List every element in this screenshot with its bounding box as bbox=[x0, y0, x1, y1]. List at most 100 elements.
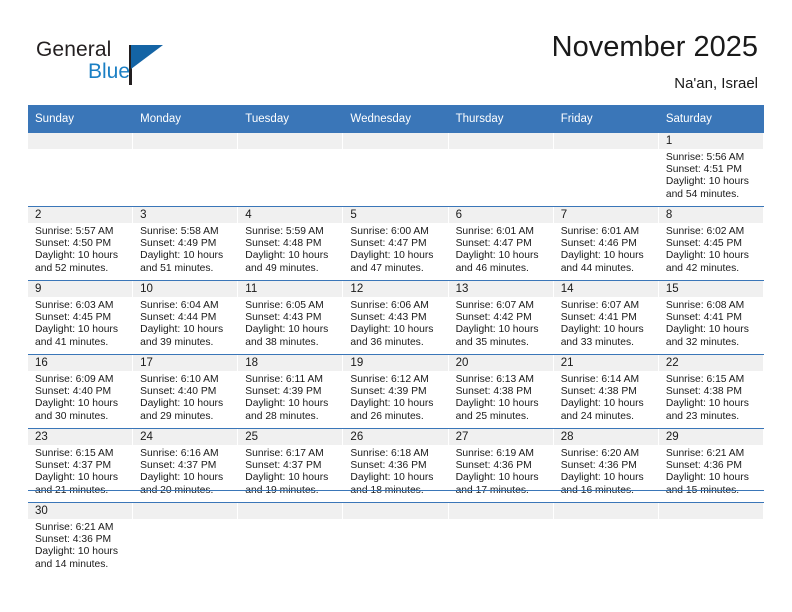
daylight-text-line1: Daylight: 10 hours bbox=[350, 250, 434, 262]
page-header: General Blue November 2025 Na'an, Israel bbox=[0, 0, 792, 100]
day-number: 21 bbox=[560, 357, 574, 369]
sunset-text: Sunset: 4:43 PM bbox=[245, 312, 322, 324]
daylight-text-line1: Daylight: 10 hours bbox=[140, 250, 224, 262]
day-details: Sunrise: 6:06 AM Sunset: 4:43 PM Daylight:… bbox=[343, 297, 448, 349]
day-number-band: 19 bbox=[343, 355, 449, 371]
day-number-band: 15 bbox=[658, 281, 764, 297]
calendar-day-cell[interactable]: 6 Sunrise: 6:01 AM Sunset: 4:47 PM Daylight… bbox=[448, 206, 554, 281]
calendar-day-cell-empty bbox=[343, 132, 449, 207]
calendar-day-cell[interactable]: 23 Sunrise: 6:15 AM Sunset: 4:37 PM Dayligh… bbox=[28, 428, 134, 503]
sunrise-text: Sunrise: 5:57 AM bbox=[35, 226, 114, 237]
day-cell-inner: 6 Sunrise: 6:01 AM Sunset: 4:47 PM Daylight… bbox=[448, 207, 554, 280]
daylight-text-line2: and 51 minutes. bbox=[140, 262, 214, 274]
day-number-band: 9 bbox=[28, 281, 134, 297]
day-number-band: 13 bbox=[448, 281, 554, 297]
daylight-text-line2: and 54 minutes. bbox=[665, 188, 740, 200]
day-number bbox=[554, 133, 658, 135]
day-details: Sunrise: 5:57 AM Sunset: 4:50 PM Daylight:… bbox=[28, 223, 133, 275]
calendar-day-cell[interactable]: 18 Sunrise: 6:11 AM Sunset: 4:39 PM Dayligh… bbox=[238, 354, 344, 429]
daylight-text-line1: Daylight: 10 hours bbox=[665, 398, 749, 410]
calendar-day-cell[interactable]: 21 Sunrise: 6:14 AM Sunset: 4:38 PM Dayligh… bbox=[553, 354, 659, 429]
calendar-day-cell[interactable]: 8 Sunrise: 6:02 AM Sunset: 4:45 PM Daylight… bbox=[658, 206, 764, 281]
day-cell-inner bbox=[448, 133, 554, 206]
sunset-text: Sunset: 4:49 PM bbox=[140, 238, 217, 250]
day-cell-inner bbox=[343, 503, 449, 576]
weekday-header-saturday: Saturday bbox=[658, 105, 764, 133]
calendar-day-cell[interactable]: 2 Sunrise: 5:57 AM Sunset: 4:50 PM Daylight… bbox=[28, 206, 134, 281]
daylight-text-line2: and 33 minutes. bbox=[560, 336, 634, 348]
calendar-day-cell[interactable]: 13 Sunrise: 6:07 AM Sunset: 4:42 PM Dayligh… bbox=[448, 280, 554, 355]
day-details: Sunrise: 6:07 AM Sunset: 4:41 PM Daylight:… bbox=[554, 297, 659, 349]
daylight-text-line1: Daylight: 10 hours bbox=[455, 324, 539, 336]
day-cell-inner: 4 Sunrise: 5:59 AM Sunset: 4:48 PM Daylight… bbox=[238, 207, 344, 280]
day-number: 2 bbox=[35, 209, 42, 221]
calendar-day-cell[interactable]: 4 Sunrise: 5:59 AM Sunset: 4:48 PM Daylight… bbox=[238, 206, 344, 281]
daylight-text-line2: and 44 minutes. bbox=[560, 262, 634, 274]
daylight-text-line1: Daylight: 10 hours bbox=[350, 472, 434, 484]
calendar-day-cell-empty bbox=[28, 132, 134, 207]
calendar-day-cell[interactable]: 7 Sunrise: 6:01 AM Sunset: 4:46 PM Daylight… bbox=[553, 206, 659, 281]
location-subtitle: Na'an, Israel bbox=[674, 75, 758, 92]
day-cell-inner bbox=[658, 503, 764, 576]
calendar-day-cell[interactable]: 24 Sunrise: 6:16 AM Sunset: 4:37 PM Dayligh… bbox=[133, 428, 239, 503]
calendar-day-cell[interactable]: 26 Sunrise: 6:18 AM Sunset: 4:36 PM Dayligh… bbox=[343, 428, 449, 503]
calendar-day-cell[interactable]: 16 Sunrise: 6:09 AM Sunset: 4:40 PM Dayligh… bbox=[28, 354, 134, 429]
calendar-day-cell[interactable]: 17 Sunrise: 6:10 AM Sunset: 4:40 PM Dayligh… bbox=[133, 354, 239, 429]
day-details: Sunrise: 6:07 AM Sunset: 4:42 PM Daylight:… bbox=[449, 297, 554, 349]
daylight-text-line2: and 32 minutes. bbox=[665, 336, 740, 348]
day-number-band: 3 bbox=[133, 207, 239, 223]
calendar-day-cell[interactable]: 30 Sunrise: 6:21 AM Sunset: 4:36 PM Dayligh… bbox=[28, 502, 134, 576]
calendar-day-cell-empty bbox=[133, 132, 239, 207]
day-number: 20 bbox=[455, 357, 469, 369]
calendar-page: General Blue November 2025 Na'an, Israel… bbox=[0, 0, 792, 612]
day-number: 9 bbox=[35, 283, 42, 295]
sunrise-text: Sunrise: 6:02 AM bbox=[665, 226, 745, 237]
calendar-day-cell[interactable]: 9 Sunrise: 6:03 AM Sunset: 4:45 PM Daylight… bbox=[28, 280, 134, 355]
calendar-day-cell[interactable]: 25 Sunrise: 6:17 AM Sunset: 4:37 PM Dayligh… bbox=[238, 428, 344, 503]
day-number: 12 bbox=[350, 283, 364, 295]
calendar-day-cell[interactable]: 5 Sunrise: 6:00 AM Sunset: 4:47 PM Daylight… bbox=[343, 206, 449, 281]
sunset-text: Sunset: 4:50 PM bbox=[35, 238, 112, 250]
calendar-day-cell[interactable]: 22 Sunrise: 6:15 AM Sunset: 4:38 PM Dayligh… bbox=[658, 354, 764, 429]
calendar-day-cell[interactable]: 19 Sunrise: 6:12 AM Sunset: 4:39 PM Dayligh… bbox=[343, 354, 449, 429]
daylight-text-line1: Daylight: 10 hours bbox=[350, 398, 434, 410]
day-number: 26 bbox=[350, 431, 364, 443]
calendar-day-cell[interactable]: 10 Sunrise: 6:04 AM Sunset: 4:44 PM Dayligh… bbox=[133, 280, 239, 355]
daylight-text-line1: Daylight: 10 hours bbox=[665, 324, 749, 336]
day-number-band bbox=[553, 503, 659, 519]
calendar-day-cell[interactable]: 12 Sunrise: 6:06 AM Sunset: 4:43 PM Dayligh… bbox=[343, 280, 449, 355]
calendar-day-cell[interactable]: 3 Sunrise: 5:58 AM Sunset: 4:49 PM Daylight… bbox=[133, 206, 239, 281]
sunrise-text: Sunrise: 6:07 AM bbox=[560, 300, 640, 311]
calendar-day-cell-empty bbox=[448, 502, 554, 576]
day-number: 4 bbox=[245, 209, 252, 221]
sunrise-text: Sunrise: 6:06 AM bbox=[350, 300, 429, 311]
day-number-band bbox=[28, 133, 134, 149]
day-details: Sunrise: 6:14 AM Sunset: 4:38 PM Daylight:… bbox=[554, 371, 659, 423]
calendar-day-cell[interactable]: 15 Sunrise: 6:08 AM Sunset: 4:41 PM Dayligh… bbox=[658, 280, 764, 355]
daylight-text-line2: and 42 minutes. bbox=[665, 262, 740, 274]
day-number-band: 10 bbox=[133, 281, 239, 297]
day-number-band bbox=[553, 133, 659, 149]
day-details: Sunrise: 6:01 AM Sunset: 4:47 PM Daylight:… bbox=[449, 223, 554, 275]
day-cell-inner: 13 Sunrise: 6:07 AM Sunset: 4:42 PM Dayligh… bbox=[448, 281, 554, 354]
calendar-day-cell[interactable]: 1 Sunrise: 5:56 AM Sunset: 4:51 PM Daylight… bbox=[658, 132, 764, 207]
daylight-text-line1: Daylight: 10 hours bbox=[35, 472, 118, 484]
day-number-band: 18 bbox=[238, 355, 344, 371]
day-number: 16 bbox=[35, 357, 48, 369]
general-blue-logo[interactable]: General Blue bbox=[36, 38, 266, 94]
day-number bbox=[554, 503, 658, 505]
day-number bbox=[133, 133, 237, 135]
day-number bbox=[238, 133, 342, 135]
day-number-band bbox=[133, 503, 239, 519]
calendar-day-cell[interactable]: 29 Sunrise: 6:21 AM Sunset: 4:36 PM Dayligh… bbox=[658, 428, 764, 503]
calendar-day-cell[interactable]: 11 Sunrise: 6:05 AM Sunset: 4:43 PM Dayligh… bbox=[238, 280, 344, 355]
day-cell-inner bbox=[133, 133, 239, 206]
day-number-band: 29 bbox=[658, 429, 764, 445]
calendar-day-cell[interactable]: 20 Sunrise: 6:13 AM Sunset: 4:38 PM Dayligh… bbox=[448, 354, 554, 429]
calendar-day-cell[interactable]: 28 Sunrise: 6:20 AM Sunset: 4:36 PM Dayligh… bbox=[553, 428, 659, 503]
calendar-day-cell[interactable]: 14 Sunrise: 6:07 AM Sunset: 4:41 PM Dayligh… bbox=[553, 280, 659, 355]
sunset-text: Sunset: 4:38 PM bbox=[455, 386, 532, 398]
calendar-day-cell[interactable]: 27 Sunrise: 6:19 AM Sunset: 4:36 PM Dayligh… bbox=[448, 428, 554, 503]
day-cell-inner: 29 Sunrise: 6:21 AM Sunset: 4:36 PM Dayligh… bbox=[658, 429, 764, 502]
sunrise-text: Sunrise: 6:01 AM bbox=[560, 226, 640, 237]
